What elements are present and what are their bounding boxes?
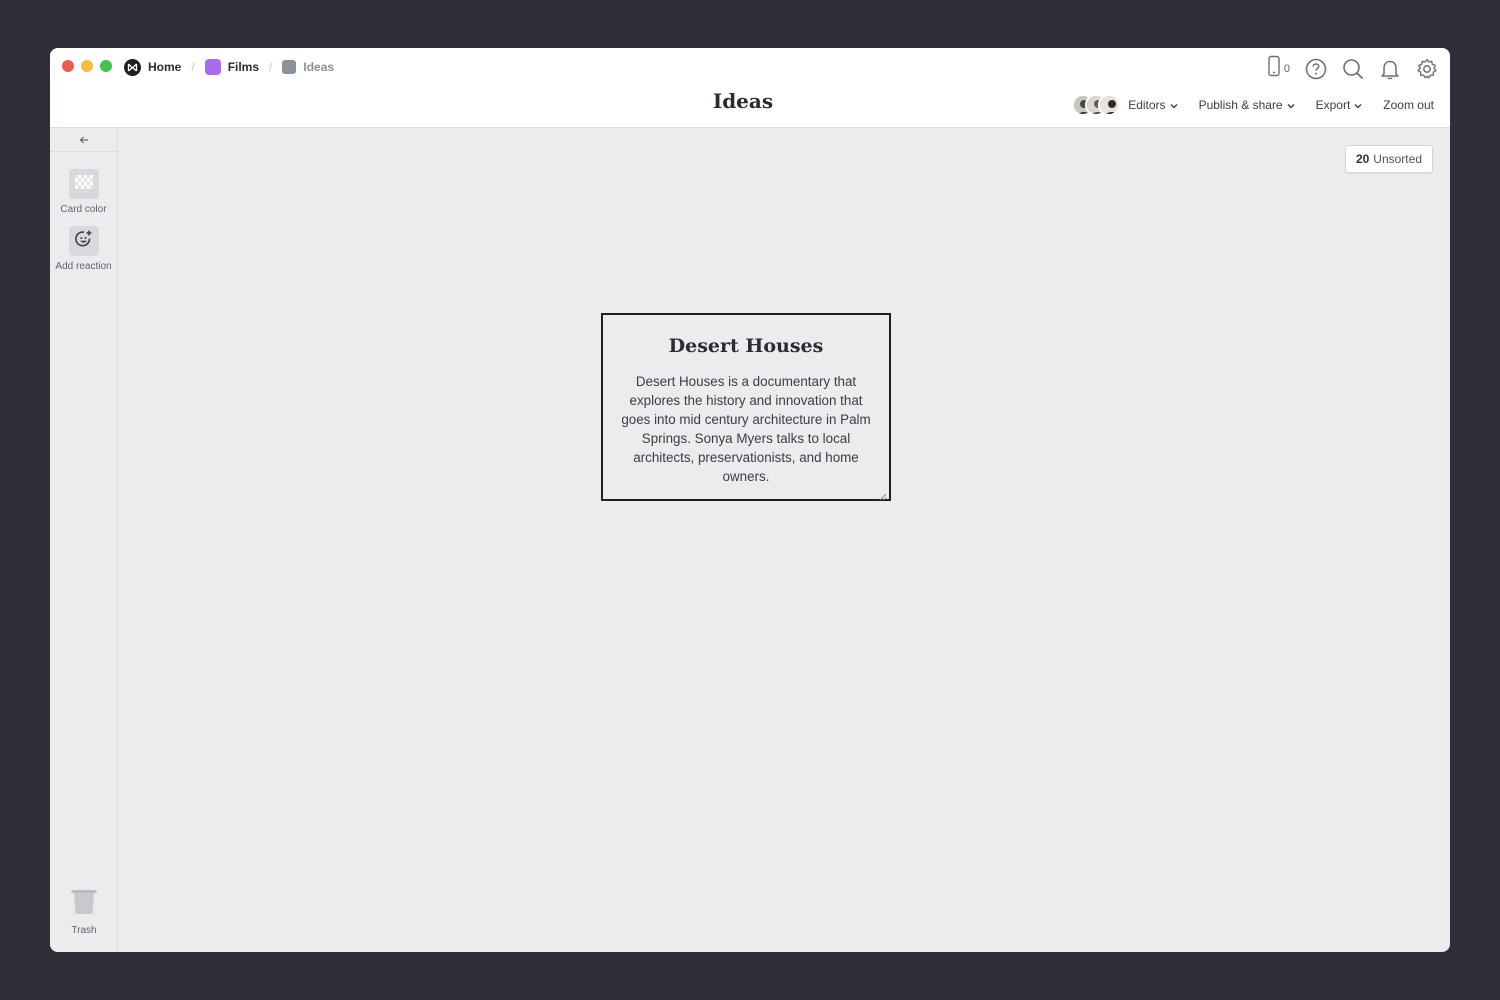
- export-dropdown[interactable]: Export: [1316, 98, 1363, 112]
- add-reaction-button: [68, 226, 99, 256]
- collapse-sidebar-button[interactable]: [50, 128, 117, 152]
- phone-icon: [1267, 55, 1281, 82]
- header: Home / Films / Ideas 0 Ideas Editors Pub…: [50, 48, 1450, 128]
- close-window-button[interactable]: [62, 60, 74, 72]
- toolbar: Editors Publish & share Export Zoom out: [1072, 94, 1434, 116]
- unsorted-button[interactable]: 20 Unsorted: [1344, 145, 1433, 173]
- editors-dropdown[interactable]: Editors: [1128, 98, 1178, 112]
- trash-label: Trash: [71, 925, 97, 936]
- export-label: Export: [1315, 98, 1351, 112]
- avatar: [1098, 94, 1121, 116]
- breadcrumb-ideas[interactable]: Ideas: [282, 60, 334, 74]
- add-reaction-tool[interactable]: Add reaction: [50, 226, 117, 272]
- top-icon-bar: 0: [1267, 55, 1438, 82]
- card-body[interactable]: Desert Houses is a documentary that expl…: [621, 372, 871, 486]
- card-title[interactable]: Desert Houses: [621, 335, 871, 357]
- breadcrumb-separator: /: [191, 60, 195, 74]
- card-color-tool[interactable]: Card color: [50, 169, 117, 215]
- add-reaction-label: Add reaction: [55, 261, 112, 272]
- trash-button[interactable]: Trash: [50, 889, 118, 936]
- home-logo-icon: [124, 58, 141, 76]
- checkerboard-icon: [74, 174, 93, 194]
- editor-avatars[interactable]: [1072, 94, 1121, 116]
- arrow-left-icon: [79, 131, 89, 149]
- trash-icon: [70, 889, 98, 920]
- breadcrumb-separator: /: [269, 60, 273, 74]
- mobile-button[interactable]: 0: [1267, 55, 1290, 82]
- gear-icon[interactable]: [1416, 58, 1438, 80]
- zoom-out-button[interactable]: Zoom out: [1383, 98, 1434, 112]
- idea-card[interactable]: Desert Houses Desert Houses is a documen…: [601, 313, 891, 501]
- help-icon[interactable]: [1305, 58, 1327, 80]
- emoji-add-icon: [74, 229, 94, 254]
- breadcrumb-home[interactable]: Home: [124, 58, 182, 76]
- search-icon[interactable]: [1342, 58, 1364, 80]
- zoom-out-label: Zoom out: [1383, 98, 1434, 112]
- breadcrumb-ideas-label: Ideas: [303, 60, 335, 74]
- chevron-down-icon: [1287, 98, 1295, 112]
- bell-icon[interactable]: [1379, 58, 1401, 80]
- breadcrumb-films[interactable]: Films: [204, 59, 260, 75]
- card-color-label: Card color: [60, 204, 107, 215]
- editors-label: Editors: [1128, 98, 1166, 112]
- window-controls: [62, 60, 112, 72]
- minimize-window-button[interactable]: [81, 60, 93, 72]
- card-color-swatch: [68, 169, 99, 199]
- chevron-down-icon: [1170, 98, 1178, 112]
- unsorted-count: 20: [1355, 152, 1370, 166]
- maximize-window-button[interactable]: [100, 60, 112, 72]
- app-window: Home / Films / Ideas 0 Ideas Editors Pub…: [50, 48, 1450, 952]
- publish-share-dropdown[interactable]: Publish & share: [1199, 98, 1295, 112]
- unsorted-label: Unsorted: [1373, 152, 1422, 166]
- phone-count: 0: [1283, 62, 1290, 75]
- breadcrumb-home-label: Home: [148, 60, 182, 74]
- breadcrumb-films-label: Films: [227, 60, 260, 74]
- sidebar: Card color Add reaction Trash: [50, 128, 118, 952]
- chevron-down-icon: [1354, 98, 1362, 112]
- resize-handle-icon[interactable]: [878, 488, 887, 501]
- breadcrumb: Home / Films / Ideas: [124, 58, 334, 76]
- publish-share-label: Publish & share: [1198, 98, 1283, 112]
- films-square-icon: [204, 59, 221, 75]
- ideas-square-icon: [282, 60, 297, 74]
